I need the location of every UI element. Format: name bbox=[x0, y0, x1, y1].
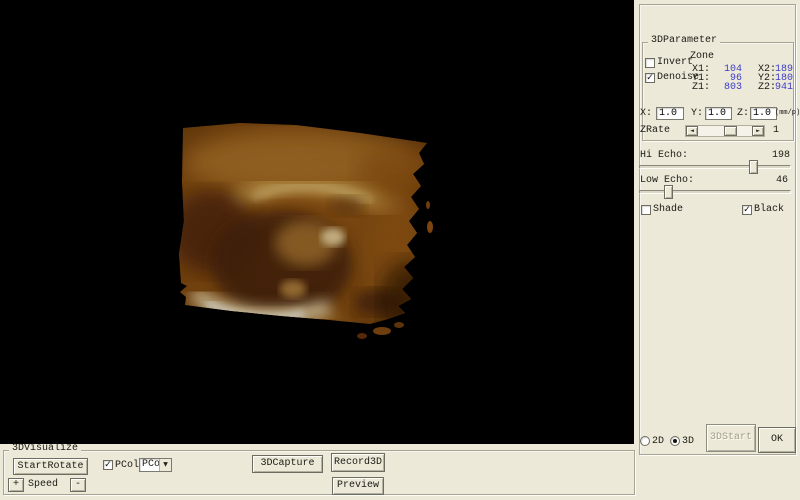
zone-label: Zone bbox=[690, 52, 714, 62]
parameter-group-title: 3DParameter bbox=[648, 36, 720, 46]
app-window: 3DParameter Invert ✓ Denoise Zone X1: 10… bbox=[0, 0, 800, 500]
record-button[interactable]: Record3D bbox=[331, 453, 385, 472]
chevron-down-icon: ▼ bbox=[159, 459, 171, 471]
low-echo-value: 46 bbox=[748, 176, 788, 186]
hi-echo-slider-thumb[interactable] bbox=[749, 160, 758, 174]
pcolor-checkbox[interactable]: ✓ bbox=[103, 460, 113, 470]
capture-button[interactable]: 3DCapture bbox=[252, 455, 323, 473]
pcolor-dropdown-value: PColor bbox=[140, 459, 159, 471]
z-scale-label: Z: bbox=[737, 109, 749, 119]
zrate-scroll-right-button[interactable]: ► bbox=[752, 126, 764, 136]
pcolor-dropdown[interactable]: PColor ▼ bbox=[139, 458, 172, 472]
start-rotate-button[interactable]: StartRotate bbox=[13, 458, 88, 475]
mode-2d-radio[interactable] bbox=[640, 436, 650, 446]
zone-z1-value: 803 bbox=[718, 83, 742, 93]
zrate-value: 1 bbox=[773, 126, 779, 136]
y-scale-label: Y: bbox=[691, 109, 703, 119]
preview-button[interactable]: Preview bbox=[332, 477, 384, 495]
hi-echo-label: Hi Echo: bbox=[640, 151, 688, 161]
start3d-button[interactable]: 3DStart bbox=[706, 424, 756, 452]
mode-3d-label: 3D bbox=[682, 437, 694, 447]
mode-3d-radio[interactable] bbox=[670, 436, 680, 446]
shade-label: Shade bbox=[653, 205, 683, 215]
scroll-left-icon: ◄ bbox=[690, 129, 694, 134]
speed-label: Speed bbox=[28, 480, 58, 490]
y-scale-input[interactable] bbox=[705, 107, 732, 120]
zrate-scrollbar: ◄ ► bbox=[685, 125, 765, 137]
mode-2d-label: 2D bbox=[652, 437, 664, 447]
denoise-checkbox[interactable]: ✓ bbox=[645, 73, 655, 83]
x-scale-label: X: bbox=[640, 109, 652, 119]
render-viewport[interactable] bbox=[0, 0, 634, 444]
speed-plus-button[interactable]: + bbox=[8, 478, 24, 492]
z-scale-input[interactable] bbox=[750, 107, 777, 120]
zone-z1-label: Z1: bbox=[692, 83, 710, 93]
visualize-group-title: 3DVisualize bbox=[9, 444, 81, 454]
x-scale-input[interactable] bbox=[656, 107, 684, 120]
zrate-scroll-thumb[interactable] bbox=[724, 126, 737, 136]
scroll-right-icon: ► bbox=[756, 129, 760, 134]
hi-echo-slider-track[interactable] bbox=[639, 165, 791, 169]
scale-unit-label: (mm/p) bbox=[775, 110, 800, 117]
ultrasound-volume-render bbox=[0, 0, 634, 444]
invert-checkbox[interactable] bbox=[645, 58, 655, 68]
low-echo-slider-thumb[interactable] bbox=[664, 185, 673, 199]
zrate-label: ZRate bbox=[640, 126, 670, 136]
zrate-scroll-left-button[interactable]: ◄ bbox=[686, 126, 698, 136]
black-checkbox[interactable]: ✓ bbox=[742, 205, 752, 215]
low-echo-slider-track[interactable] bbox=[639, 190, 791, 194]
zone-z2-value: 941 bbox=[769, 83, 793, 93]
ok-button[interactable]: OK bbox=[758, 427, 796, 453]
invert-label: Invert bbox=[657, 58, 693, 68]
shade-checkbox[interactable] bbox=[641, 205, 651, 215]
speed-minus-button[interactable]: - bbox=[70, 478, 86, 492]
black-label: Black bbox=[754, 205, 784, 215]
